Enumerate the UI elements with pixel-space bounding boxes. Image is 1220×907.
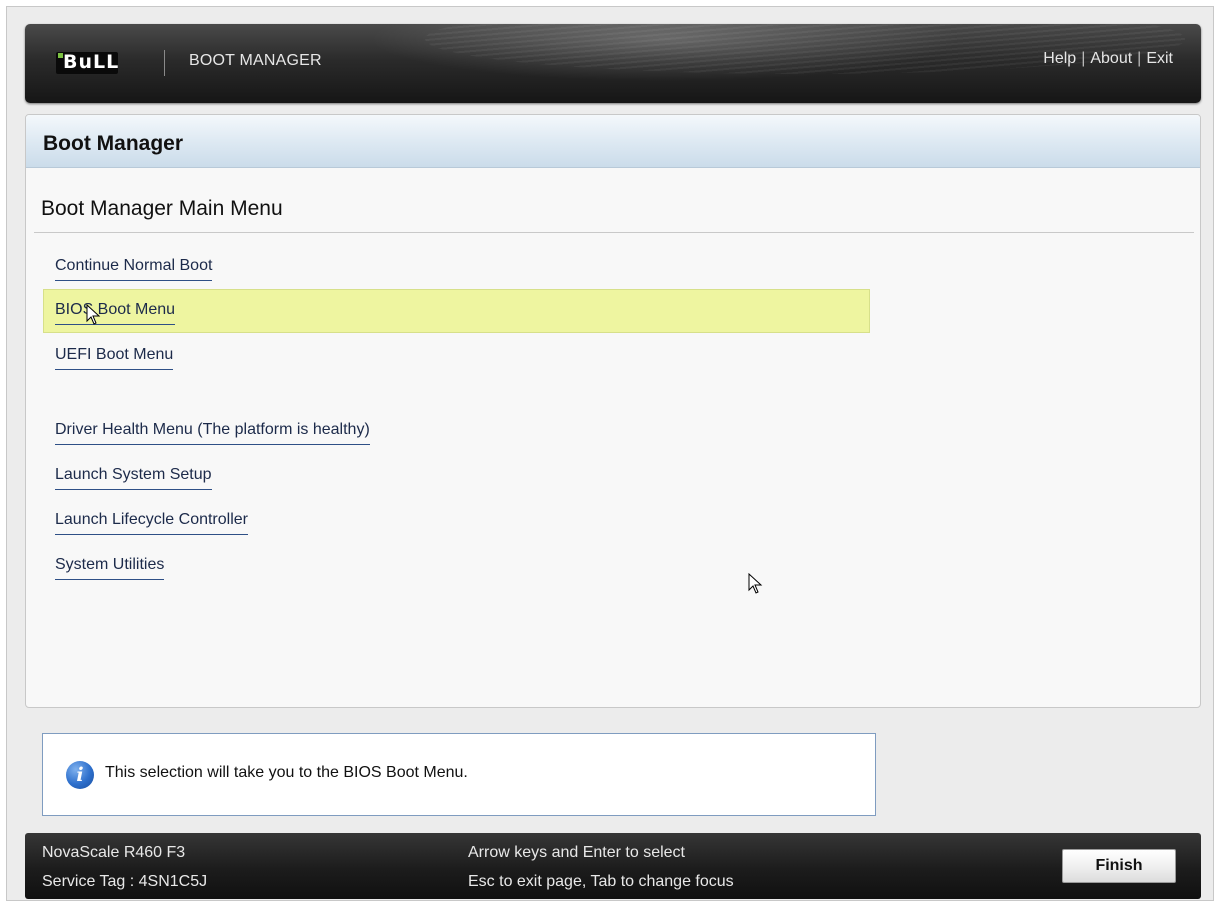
bottom-status-bar: NovaScale R460 F3 Service Tag : 4SN1C5J …	[25, 833, 1201, 899]
focus-hint: Esc to exit page, Tab to change focus	[468, 873, 734, 890]
main-panel: Boot Manager Boot Manager Main Menu Cont…	[25, 114, 1201, 708]
mouse-pointer-icon	[748, 573, 763, 594]
help-link[interactable]: Help	[1043, 50, 1076, 67]
menu-item-label: Launch Lifecycle Controller	[55, 511, 248, 535]
header-divider	[164, 50, 165, 76]
menu-item-bios-boot-menu[interactable]: BIOS Boot Menu	[43, 289, 870, 333]
link-separator: |	[1137, 50, 1142, 67]
logo-text: BuLL	[63, 51, 120, 73]
info-icon: i	[66, 761, 94, 789]
menu-item-label: BIOS Boot Menu	[55, 301, 176, 325]
section-title: Boot Manager Main Menu	[41, 197, 283, 220]
menu-item-label: Launch System Setup	[55, 466, 212, 490]
bull-logo: BuLL	[56, 51, 120, 74]
info-text: This selection will take you to the BIOS…	[105, 764, 468, 781]
menu-item-label: Driver Health Menu (The platform is heal…	[55, 421, 370, 445]
header-links: Help | About | Exit	[1043, 50, 1173, 68]
app-title: BOOT MANAGER	[189, 52, 322, 69]
menu-item-label: Continue Normal Boot	[55, 257, 213, 281]
link-separator: |	[1081, 50, 1086, 67]
page-title: Boot Manager	[43, 132, 184, 155]
menu-item-label: UEFI Boot Menu	[55, 346, 174, 370]
info-box: i This selection will take you to the BI…	[42, 733, 876, 816]
finish-button[interactable]: Finish	[1062, 849, 1176, 883]
navigation-hint: Arrow keys and Enter to select	[468, 844, 685, 861]
top-header-bar: BuLL BOOT MANAGER Help | About | Exit	[25, 24, 1201, 103]
exit-link[interactable]: Exit	[1146, 50, 1173, 67]
system-model: NovaScale R460 F3	[42, 844, 186, 861]
menu-item-label: System Utilities	[55, 556, 165, 580]
service-tag: Service Tag : 4SN1C5J	[42, 873, 208, 890]
panel-header: Boot Manager	[26, 115, 1200, 168]
about-link[interactable]: About	[1090, 50, 1132, 67]
mouse-pointer-icon	[86, 304, 101, 325]
section-divider	[34, 232, 1194, 233]
